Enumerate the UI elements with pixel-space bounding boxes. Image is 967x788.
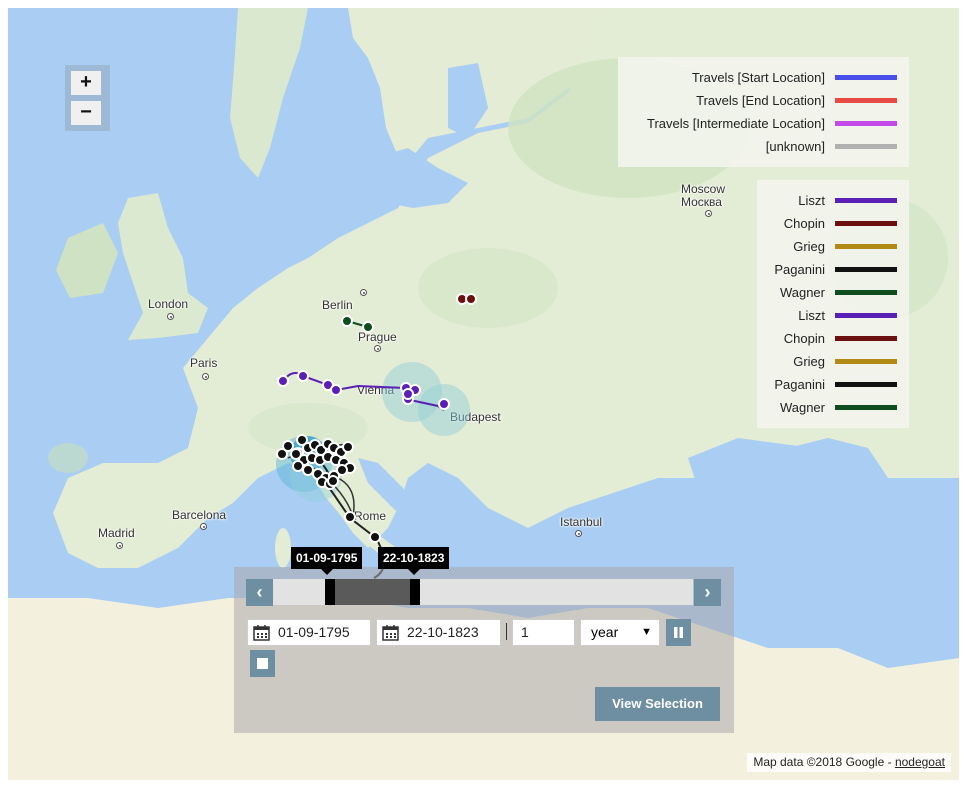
travel-marker[interactable] <box>336 464 348 476</box>
legend-row: Chopin <box>784 213 897 233</box>
legend-row: Wagner <box>780 282 897 302</box>
chevron-right-icon: › <box>704 582 711 602</box>
start-date-tooltip: 01-09-1795 <box>291 547 363 575</box>
calendar-icon <box>382 625 399 641</box>
legend-row: Paganini <box>774 374 897 394</box>
travel-marker[interactable] <box>290 448 302 460</box>
travel-marker[interactable] <box>402 388 414 400</box>
zoom-in-button[interactable]: + <box>71 71 101 95</box>
zoom-control: + − <box>65 65 110 131</box>
legend-label: Wagner <box>779 399 825 415</box>
legend-row: Grieg <box>793 236 897 256</box>
legend-label: Paganini <box>774 261 825 277</box>
timeline-track[interactable]: 01-09-1795 22-10-1823 <box>273 547 693 605</box>
legend-row: Travels [Intermediate Location] <box>647 113 897 133</box>
travel-marker[interactable] <box>465 293 477 305</box>
unit-select[interactable]: year ▼ <box>580 619 660 646</box>
legend-row: [unknown] <box>766 136 897 156</box>
legend-row: Wagner <box>780 397 897 417</box>
dropdown-arrow-icon: ▼ <box>641 626 652 638</box>
zoom-out-button[interactable]: − <box>71 101 101 125</box>
calendar-icon <box>253 625 270 641</box>
travel-marker[interactable] <box>327 475 339 487</box>
legend-swatch <box>835 120 897 126</box>
legend-label: Chopin <box>783 215 825 231</box>
start-date-field[interactable]: 01-09-1795 <box>247 619 371 646</box>
timeline-start-handle[interactable]: 01-09-1795 <box>291 547 363 605</box>
stop-icon <box>257 658 268 669</box>
step-field[interactable]: 1 <box>512 619 575 646</box>
travel-marker[interactable] <box>362 321 374 333</box>
travel-marker[interactable] <box>297 370 309 382</box>
view-selection-button[interactable]: View Selection <box>595 687 720 721</box>
legend-label: Travels [Start Location] <box>691 69 825 85</box>
legend-swatch <box>835 404 897 410</box>
timeline-prev-button[interactable]: ‹ <box>246 579 273 606</box>
legend-row: Travels [End Location] <box>696 90 897 110</box>
legend-row: Liszt <box>798 305 897 325</box>
travel-marker[interactable] <box>330 384 342 396</box>
legend-swatch <box>835 243 897 249</box>
legend-travels: Travels [Start Location] Travels [End Loc… <box>618 57 909 167</box>
travel-marker[interactable] <box>438 398 450 410</box>
travel-marker[interactable] <box>341 315 353 327</box>
chevron-left-icon: ‹ <box>256 582 263 602</box>
legend-label: Wagner <box>779 284 825 300</box>
legend-label: Travels [Intermediate Location] <box>647 115 825 131</box>
legend-swatch <box>835 220 897 226</box>
travel-marker[interactable] <box>342 441 354 453</box>
unit-value: year <box>591 624 619 640</box>
timeline-next-button[interactable]: › <box>694 579 721 606</box>
legend-swatch <box>835 143 897 149</box>
legend-row: Travels [Start Location] <box>692 67 897 87</box>
end-date-tooltip: 22-10-1823 <box>378 547 450 575</box>
end-date-value: 22-10-1823 <box>407 624 479 640</box>
step-value: 1 <box>521 624 529 640</box>
timeline-end-handle[interactable]: 22-10-1823 <box>378 547 450 605</box>
legend-swatch <box>835 97 897 103</box>
legend-swatch <box>835 381 897 387</box>
timeline-selection[interactable] <box>329 579 418 605</box>
pause-button[interactable] <box>666 619 691 646</box>
travel-marker[interactable] <box>344 511 356 523</box>
nodegoat-link[interactable]: nodegoat <box>895 755 945 769</box>
legend-label: Paganini <box>774 376 825 392</box>
pause-icon <box>674 627 683 638</box>
legend-swatch <box>835 74 897 80</box>
start-date-value: 01-09-1795 <box>278 624 350 640</box>
legend-label: Grieg <box>793 238 825 254</box>
legend-swatch <box>835 312 897 318</box>
legend-swatch <box>835 358 897 364</box>
legend-row: Chopin <box>784 328 897 348</box>
map-attribution: Map data ©2018 Google - nodegoat <box>747 753 951 772</box>
legend-label: [unknown] <box>765 138 825 154</box>
legend-label: Liszt <box>798 307 825 323</box>
legend-swatch <box>835 289 897 295</box>
legend-swatch <box>835 335 897 341</box>
legend-label: Liszt <box>798 192 825 208</box>
timeline-panel: ‹ 01-09-1795 22-10-1823 › 01-09-1795 22-… <box>234 547 734 733</box>
legend-label: Grieg <box>793 353 825 369</box>
legend-swatch <box>835 266 897 272</box>
attribution-text: Map data ©2018 Google - <box>753 755 895 769</box>
travel-marker[interactable] <box>369 531 381 543</box>
legend-label: Travels [End Location] <box>696 92 825 108</box>
legend-row: Liszt <box>798 190 897 210</box>
field-divider <box>506 623 507 640</box>
legend-label: Chopin <box>783 330 825 346</box>
legend-row: Paganini <box>774 259 897 279</box>
legend-row: Grieg <box>793 351 897 371</box>
travel-marker[interactable] <box>277 375 289 387</box>
end-date-field[interactable]: 22-10-1823 <box>376 619 501 646</box>
legend-swatch <box>835 197 897 203</box>
legend-composers: Liszt Chopin Grieg Paganini Wagner Liszt Chopi… <box>757 180 909 428</box>
stop-button[interactable] <box>250 650 275 677</box>
